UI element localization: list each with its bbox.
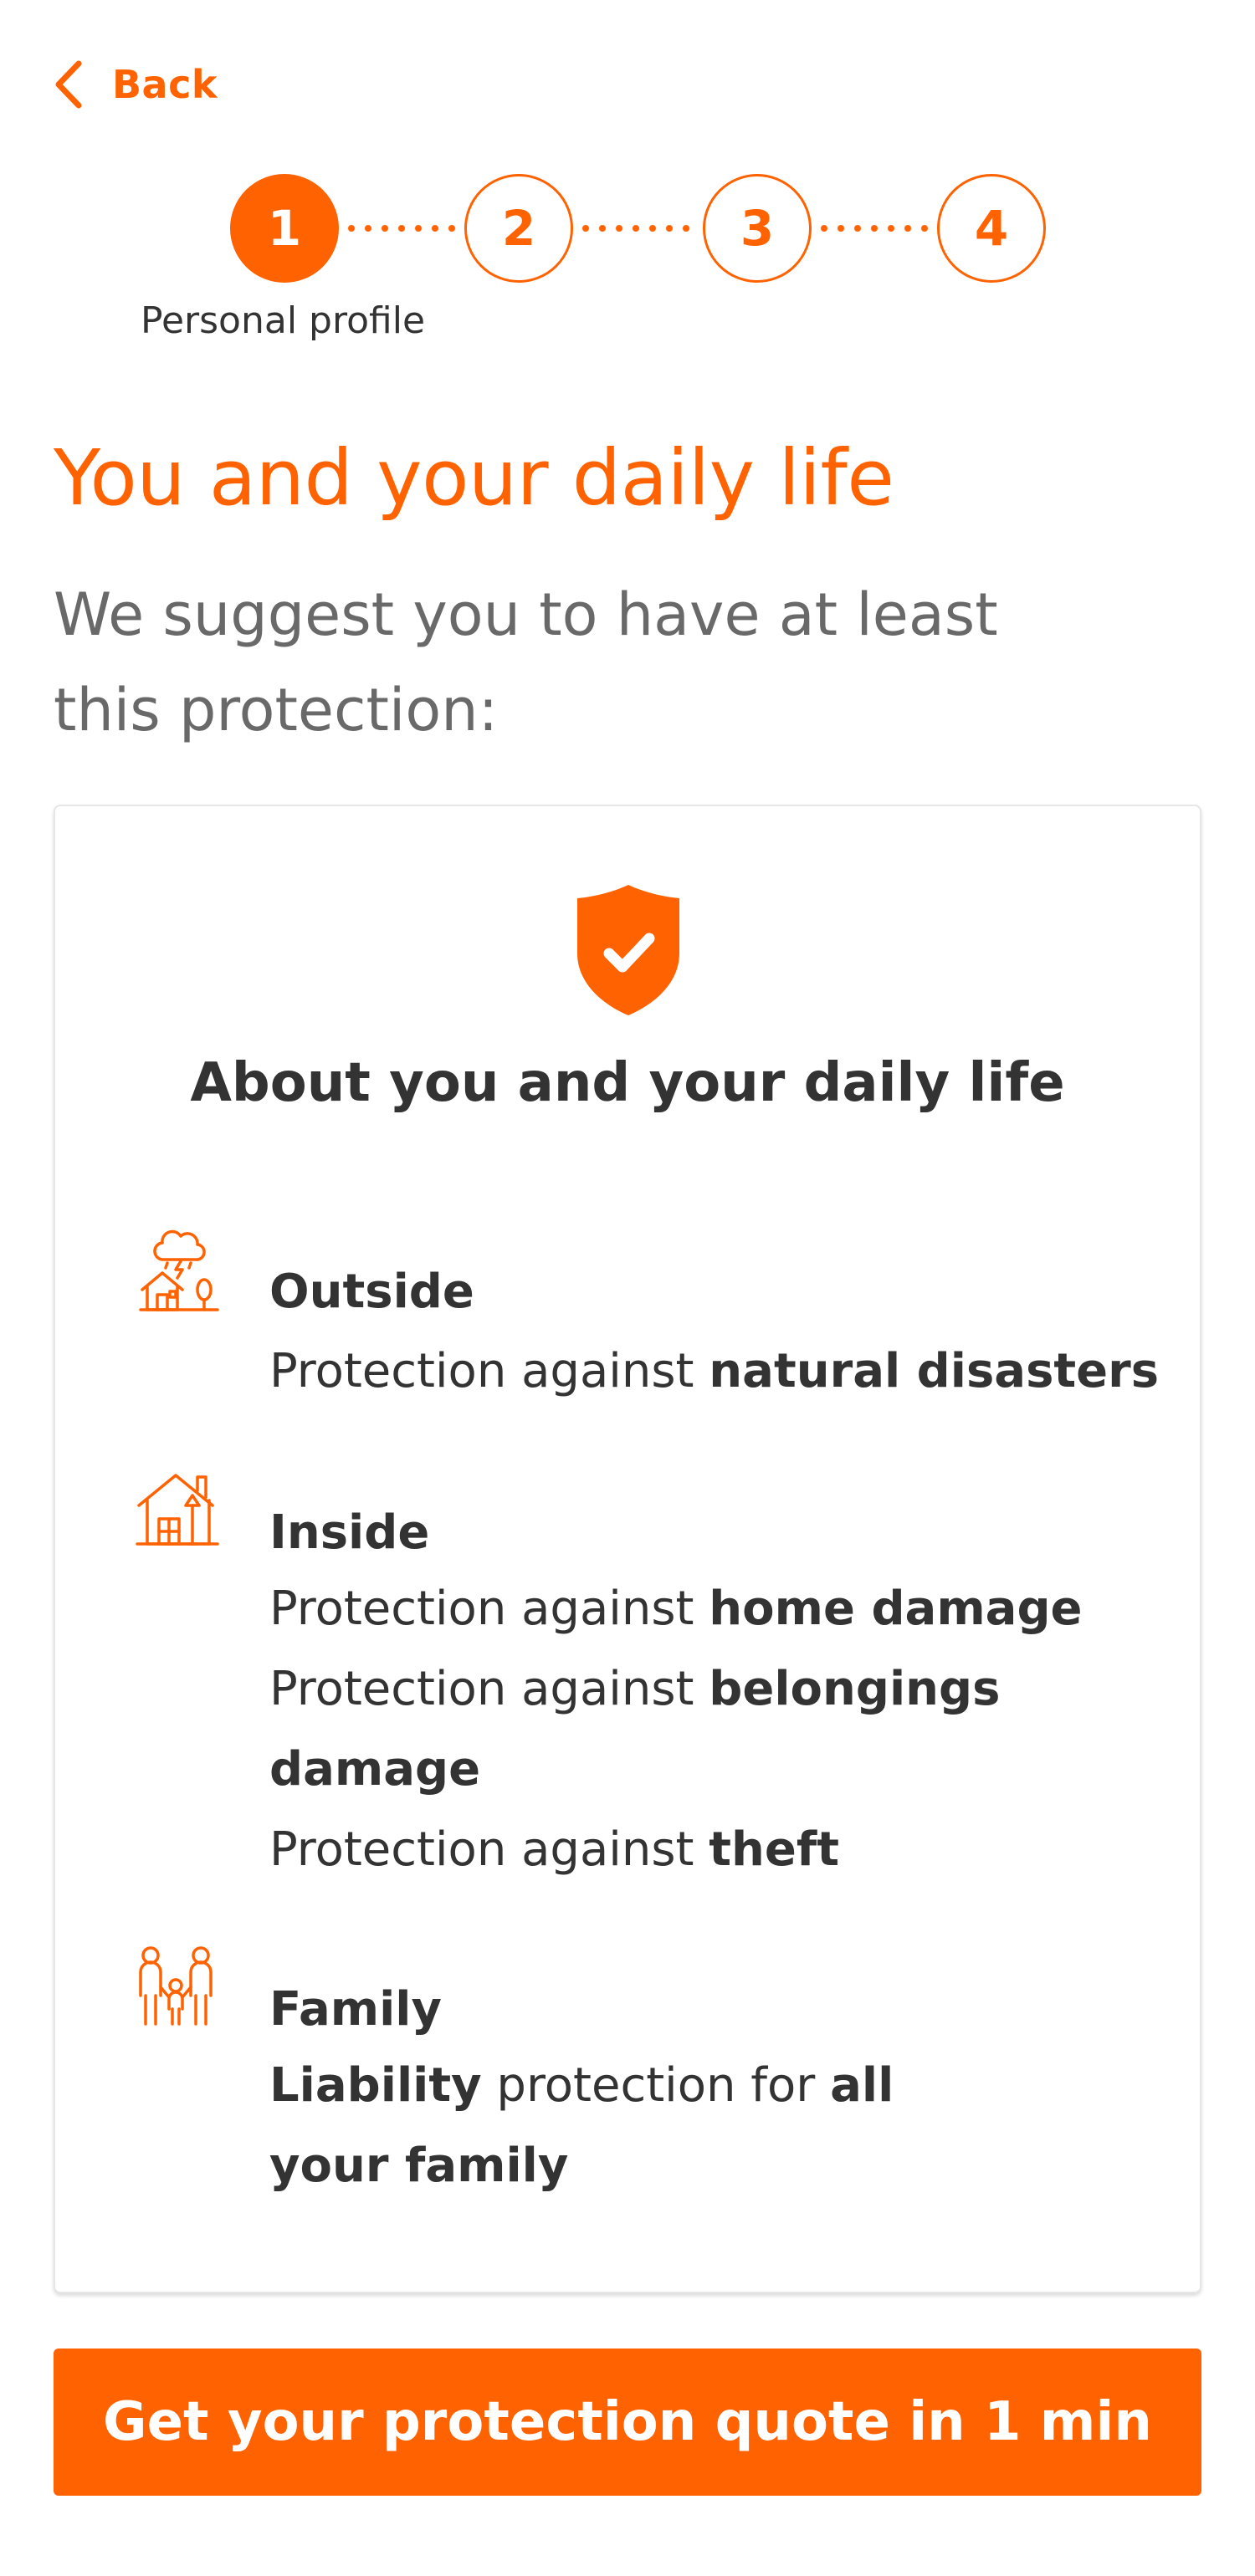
outside-title: Outside: [269, 1265, 474, 1319]
family-title: Family: [269, 1982, 443, 2037]
card-title: About you and your daily life: [190, 1052, 1065, 1114]
inside-title: Inside: [269, 1505, 430, 1560]
step-connector: [816, 225, 933, 232]
protection-card: About you and your daily life Outside Pr…: [54, 805, 1201, 2293]
step-4[interactable]: 4: [937, 174, 1046, 283]
step-2[interactable]: 2: [464, 174, 573, 283]
step-connector: [343, 225, 460, 232]
shield-check-icon: [577, 885, 679, 1015]
outside-description: Protection against natural disasters: [269, 1331, 1159, 1412]
progress-stepper: 1 2 3 4 Personal profile: [0, 0, 1255, 351]
step-1[interactable]: 1: [230, 174, 339, 283]
inside-description: Protection against home damage Protectio…: [269, 1569, 1123, 1890]
inside-line: Protection against home damage: [269, 1582, 1083, 1636]
house-storm-icon: [139, 1229, 219, 1311]
inside-line: Protection against theft: [269, 1822, 840, 1877]
current-step-label: Personal profile: [141, 299, 426, 342]
page-title: You and your daily life: [54, 433, 894, 523]
outside-line: Protection against natural disasters: [269, 1344, 1160, 1398]
step-connector: [577, 225, 694, 232]
family-description: Liability protection for all your family: [269, 2058, 894, 2193]
page-subtitle: We suggest you to have at least this pro…: [54, 580, 998, 744]
get-quote-button[interactable]: Get your protection quote in 1 min: [54, 2349, 1201, 2496]
house-interior-icon: [136, 1474, 219, 1546]
step-3[interactable]: 3: [703, 174, 812, 283]
inside-line: Protection against belongings damage: [269, 1662, 1001, 1797]
family-icon: [139, 1946, 213, 2026]
